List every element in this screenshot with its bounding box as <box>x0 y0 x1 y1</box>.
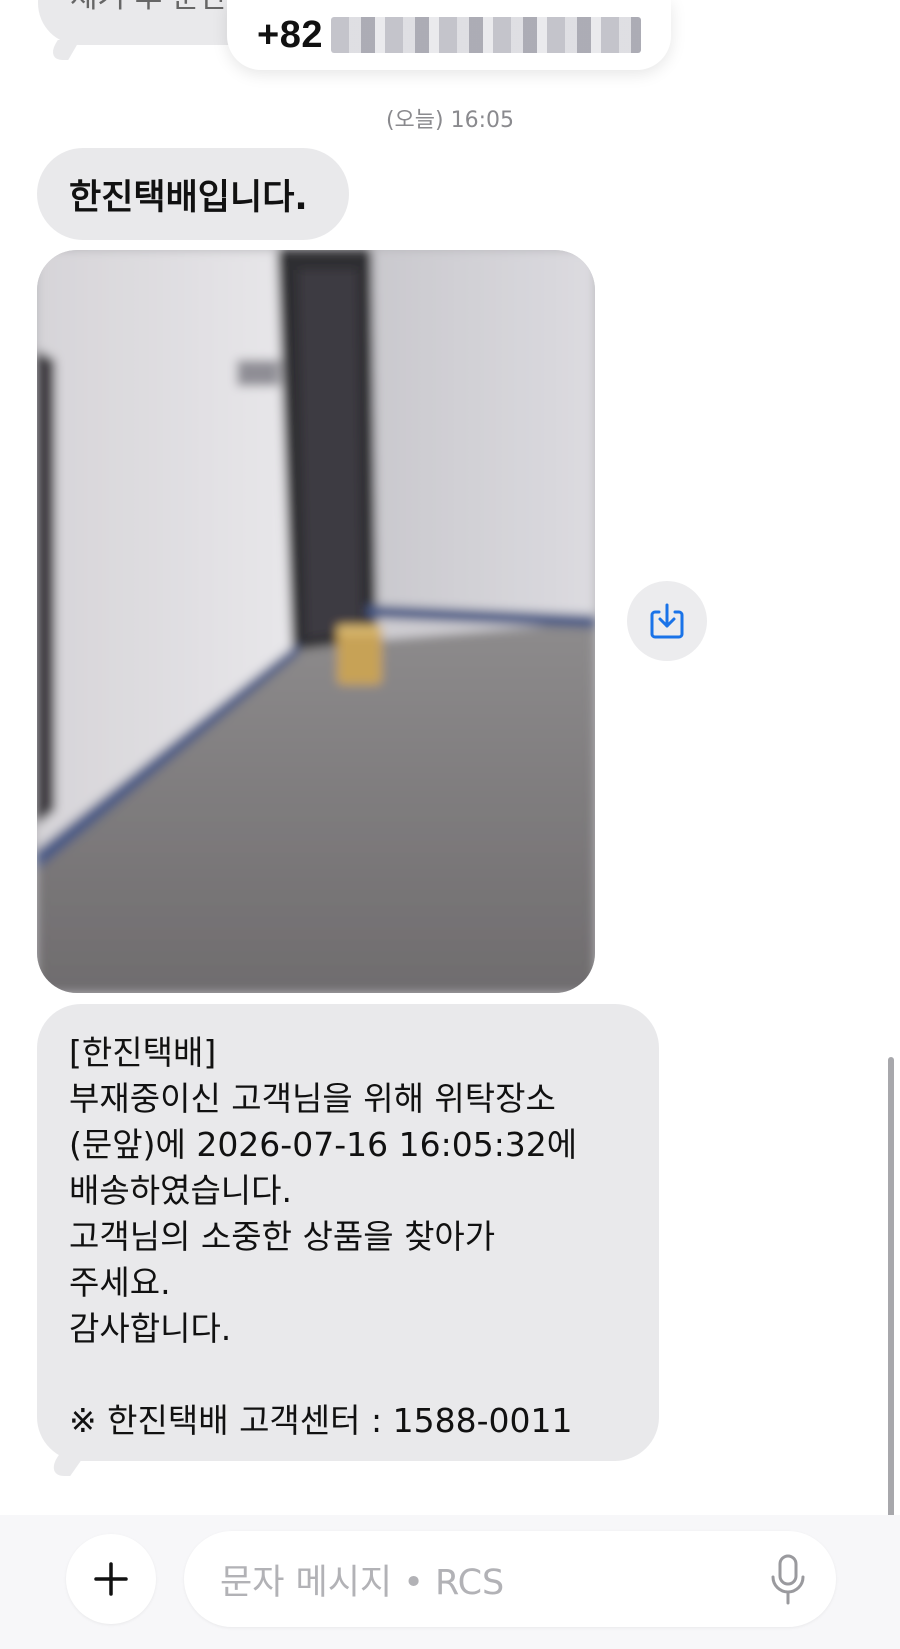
message-line: (문앞)에 2026-07-16 16:05:32에 <box>69 1125 578 1164</box>
message-bubble-tail <box>44 1448 90 1476</box>
message-input[interactable]: 문자 메시지 • RCS <box>184 1531 836 1627</box>
download-button[interactable] <box>627 581 707 661</box>
message-line: 주세요. <box>69 1263 171 1302</box>
message-line: 배송하였습니다. <box>69 1171 293 1210</box>
scrollbar[interactable] <box>888 1057 894 1522</box>
message-bubble[interactable]: [한진택배] 부재중이신 고객님을 위해 위탁장소 (문앞)에 2026-07-… <box>37 1004 659 1461</box>
message-line: 부재중이신 고객님을 위해 위탁장소 <box>69 1079 556 1118</box>
photo-attachment[interactable] <box>37 250 595 993</box>
message-timestamp: (오늘) 16:05 <box>385 108 515 133</box>
phone-country-code: +82 <box>257 13 323 56</box>
delivery-photo <box>37 250 595 993</box>
message-bubble[interactable]: 한진택배입니다. <box>37 148 349 240</box>
download-icon <box>650 603 684 639</box>
mic-icon[interactable] <box>766 1553 810 1607</box>
message-text: 한진택배입니다. <box>69 177 308 218</box>
phone-number-redacted <box>330 17 641 53</box>
contact-header[interactable]: +82 <box>227 0 671 70</box>
plus-icon <box>94 1562 128 1596</box>
previous-message-tail <box>46 40 80 60</box>
message-line: 고객님의 소중한 상품을 찾아가 <box>69 1217 496 1256</box>
message-line: 감사합니다. <box>69 1309 232 1348</box>
message-line: ※ 한진택배 고객센터 : 1588-0011 <box>69 1401 573 1440</box>
message-line: [한진택배] <box>69 1033 217 1072</box>
previous-message-text: 제거 후 문단 <box>70 0 227 16</box>
add-attachment-button[interactable] <box>66 1534 156 1624</box>
message-input-placeholder: 문자 메시지 • RCS <box>220 1562 505 1603</box>
